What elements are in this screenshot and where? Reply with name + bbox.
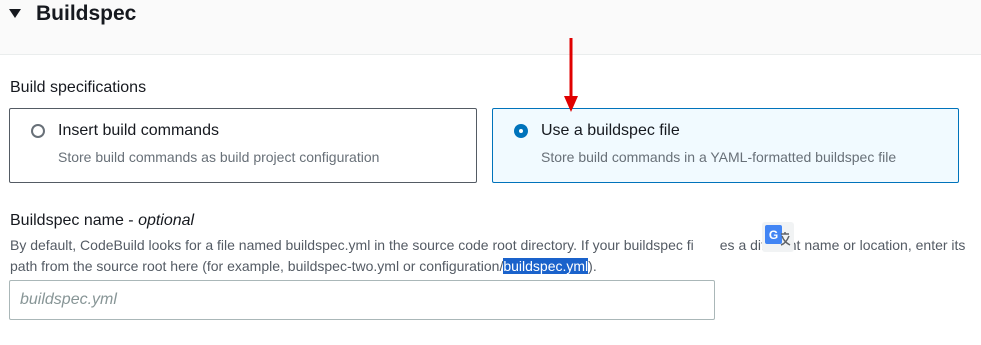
label-text: Buildspec name -: [10, 212, 139, 229]
description-part-3: ).: [588, 258, 597, 274]
option-description: Store build commands as build project co…: [58, 149, 380, 165]
build-specifications-label: Build specifications: [10, 79, 147, 96]
option-title: Use a buildspec file: [541, 122, 680, 139]
buildspec-name-label: Buildspec name - optional: [10, 211, 194, 231]
google-translate-icon[interactable]: G: [762, 222, 794, 252]
option-title: Insert build commands: [58, 122, 219, 139]
selected-text-highlight: buildspec.yml: [503, 258, 589, 274]
option-description: Store build commands in a YAML-formatted…: [541, 149, 897, 165]
red-arrow-down-icon: [564, 38, 578, 112]
radio-button-selected[interactable]: [514, 124, 528, 138]
optional-tag: optional: [138, 212, 195, 229]
description-part-1: By default, CodeBuild looks for a file n…: [10, 237, 694, 253]
buildspec-name-description: By default, CodeBuild looks for a file n…: [10, 235, 976, 277]
buildspec-name-input[interactable]: [9, 280, 715, 320]
insert-build-commands-option[interactable]: Insert build commands Store build comman…: [9, 108, 477, 183]
svg-text:G: G: [769, 228, 778, 242]
use-buildspec-file-option[interactable]: Use a buildspec file Store build command…: [492, 108, 959, 183]
buildspec-section-header[interactable]: Buildspec: [0, 0, 981, 55]
caret-down-icon[interactable]: [9, 9, 21, 18]
section-title: Buildspec: [36, 2, 137, 25]
radio-button[interactable]: [31, 124, 45, 138]
